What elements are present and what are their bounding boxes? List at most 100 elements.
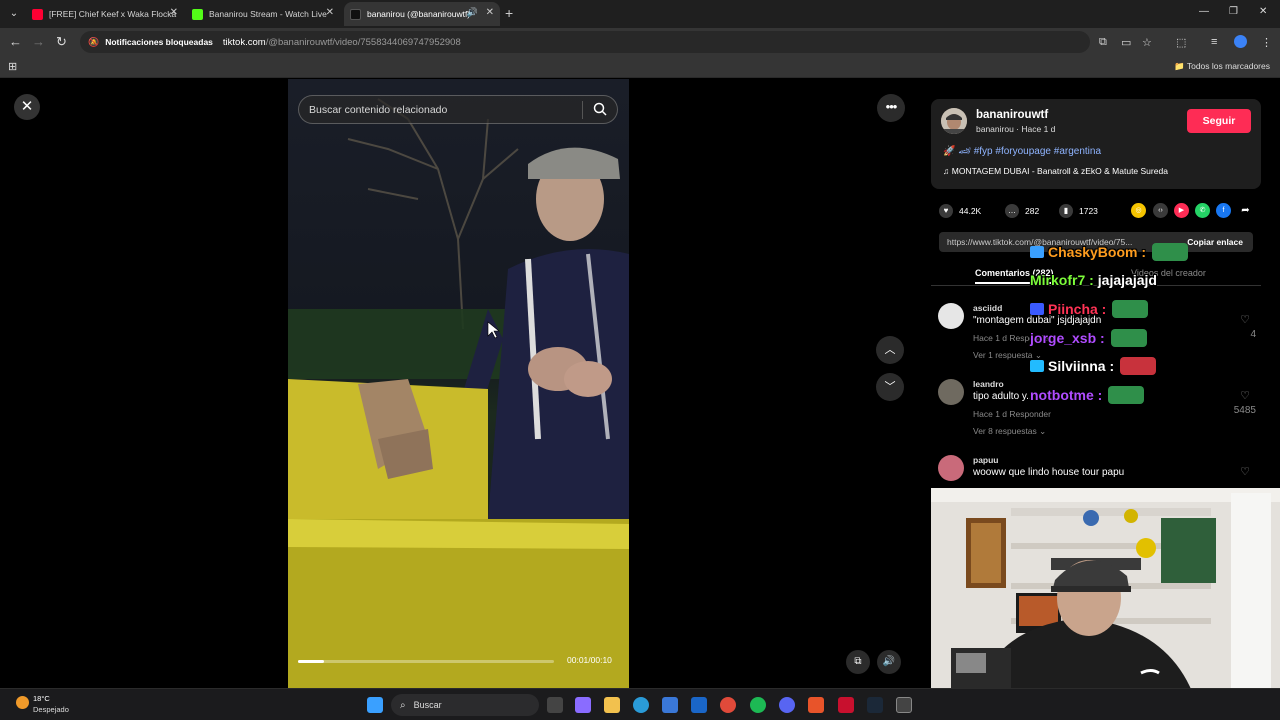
chat-emote-icon [1152, 243, 1189, 261]
kick-icon [192, 8, 203, 20]
commenter-name[interactable]: leandro [973, 379, 1004, 389]
commenter-avatar[interactable] [938, 303, 964, 329]
chrome-icon[interactable] [720, 697, 736, 713]
copilot-icon[interactable] [575, 697, 591, 713]
obs-icon[interactable] [896, 697, 912, 713]
steam-icon[interactable] [867, 697, 883, 713]
tab-youtube[interactable]: [FREE] Chief Keef x Waka Flocka ✕ [26, 2, 184, 26]
search-divider [582, 101, 583, 119]
commenter-avatar[interactable] [938, 455, 964, 481]
reading-list-icon[interactable]: ≡ [1211, 36, 1217, 48]
taskbar-search[interactable]: ⌕ Buscar [391, 694, 539, 716]
search-icon[interactable] [593, 102, 607, 116]
next-video-icon[interactable]: ﹀ [876, 373, 904, 401]
app-icon[interactable] [838, 697, 854, 713]
app-icon[interactable] [808, 697, 824, 713]
commenter-name[interactable]: asciidd [973, 303, 1002, 313]
back-icon[interactable]: ← [9, 34, 22, 49]
volume-icon[interactable]: 🔊 [877, 650, 901, 674]
edge-icon[interactable] [633, 697, 649, 713]
close-tab-icon[interactable]: ✕ [326, 7, 334, 18]
reload-icon[interactable]: ↻ [56, 34, 67, 50]
outlook-icon[interactable] [691, 697, 707, 713]
close-tab-icon[interactable]: ✕ [170, 7, 178, 18]
profile-avatar[interactable] [1234, 35, 1247, 48]
discord-icon[interactable] [779, 697, 795, 713]
security-chip[interactable]: Notificaciones bloqueadas [105, 37, 213, 47]
chat-emote-icon [1120, 357, 1157, 375]
like-stat[interactable]: ♥ 44.2K [939, 204, 981, 218]
chrome-menu-icon[interactable]: ⋮ [1261, 36, 1272, 49]
related-search-bar [298, 95, 618, 124]
new-tab-button[interactable]: + [505, 5, 513, 21]
all-bookmarks-label: Todos los marcadores [1186, 61, 1270, 71]
comment-text: tipo adulto y... [973, 391, 1035, 402]
post-hashtags[interactable]: 🚀 🏎 #fyp #foryoupage #argentina [943, 146, 1101, 157]
more-options-icon[interactable]: ••• [877, 94, 905, 122]
creator-avatar[interactable] [941, 108, 967, 134]
close-window-icon[interactable]: ✕ [1259, 6, 1267, 17]
commenter-avatar[interactable] [938, 379, 964, 405]
previous-video-icon[interactable]: ︿ [876, 336, 904, 364]
post-music[interactable]: ♫ MONTAGEM DUBAI - Banatroll & zEkO & Ma… [943, 166, 1168, 176]
audio-playing-icon[interactable]: 🔊 [467, 7, 478, 18]
chat-username: ChaskyBoom : [1048, 244, 1147, 260]
forward-icon[interactable]: → [32, 34, 45, 49]
video-player[interactable] [288, 79, 629, 688]
chat-badge-icon [1030, 360, 1044, 372]
webcam-frame [931, 488, 1280, 720]
windows-start-icon[interactable] [367, 697, 383, 713]
chat-badge-icon [1030, 303, 1044, 315]
video-progress-bar[interactable] [298, 660, 554, 663]
comment-like-icon[interactable]: ♡ [1240, 465, 1250, 478]
weather-temp: 18°C [33, 694, 50, 703]
minimize-icon[interactable]: — [1199, 6, 1209, 17]
all-bookmarks-folder[interactable]: 📁 Todos los marcadores [1174, 61, 1270, 72]
send-icon[interactable]: ▶ [1174, 203, 1189, 218]
taskbar-search-label: Buscar [413, 700, 442, 710]
apps-grid-icon[interactable]: ⊞ [8, 60, 17, 73]
youtube-icon [32, 8, 43, 20]
maximize-icon[interactable]: ❐ [1229, 6, 1238, 17]
bookmark-star-icon[interactable]: ☆ [1142, 36, 1152, 49]
floating-player-icon[interactable]: ⧉ [846, 650, 870, 674]
browser-toolbar: ← → ↻ 🔕 Notificaciones bloqueadas tiktok… [0, 28, 1280, 56]
extensions-icon[interactable]: ⬚ [1176, 36, 1186, 49]
whatsapp-icon[interactable]: ✆ [1195, 203, 1210, 218]
tab-tiktok[interactable]: bananirou (@bananirouwtf) 🔊 ✕ [344, 2, 500, 26]
spotify-icon[interactable] [750, 697, 766, 713]
engagement-row: ♥ 44.2K … 282 ▮ 1723 ◎ ‹› ▶ ✆ f ➦ [931, 201, 1261, 221]
close-tab-icon[interactable]: ✕ [486, 7, 494, 18]
comment-item: papuu wooww que lindo house tour papu ♡ [938, 455, 1260, 489]
close-video-button[interactable]: ✕ [14, 94, 40, 120]
comment-icon: … [1005, 204, 1019, 218]
cast-icon[interactable]: ▭ [1121, 36, 1131, 49]
bookmarks-bar: ⊞ 📁 Todos los marcadores [0, 56, 1280, 78]
address-bar[interactable]: 🔕 Notificaciones bloqueadas tiktok.com /… [80, 31, 1090, 53]
url-host: tiktok.com [222, 36, 266, 48]
share-arrow-icon[interactable]: ➦ [1238, 203, 1253, 218]
facebook-icon[interactable]: f [1216, 203, 1231, 218]
tab-strip: ⌄ [FREE] Chief Keef x Waka Flocka ✕ Bana… [0, 0, 1280, 28]
translate-icon[interactable]: ⧉ [1099, 36, 1107, 49]
comment-stat[interactable]: … 282 [1005, 204, 1039, 218]
store-icon[interactable] [662, 697, 678, 713]
chat-username: notbotme : [1030, 386, 1103, 403]
stream-chat-overlay: ChaskyBoom : Mirkofr7 : jajajajajd Piincha … [1030, 243, 1280, 413]
chat-emote-icon [1110, 328, 1147, 347]
commenter-name[interactable]: papuu [973, 455, 999, 465]
follow-button[interactable]: Seguir [1187, 109, 1251, 133]
video-progress-fill [298, 660, 324, 663]
embed-icon[interactable]: ‹› [1153, 203, 1168, 218]
tab-search-icon[interactable]: ⌄ [6, 6, 22, 22]
task-view-icon[interactable] [547, 697, 563, 713]
file-explorer-icon[interactable] [604, 697, 620, 713]
tab-kick[interactable]: Bananirou Stream - Watch Live ✕ [186, 2, 340, 26]
notifications-blocked-icon[interactable]: 🔕 [88, 37, 99, 48]
chat-message: notbotme : [1030, 385, 1145, 404]
creator-username[interactable]: bananirouwtf [976, 109, 1048, 121]
save-stat[interactable]: ▮ 1723 [1059, 204, 1098, 218]
related-search-input[interactable] [299, 103, 579, 116]
coin-icon[interactable]: ◎ [1131, 203, 1146, 218]
view-replies-link[interactable]: Ver 8 respuestas ⌄ [973, 426, 1046, 437]
